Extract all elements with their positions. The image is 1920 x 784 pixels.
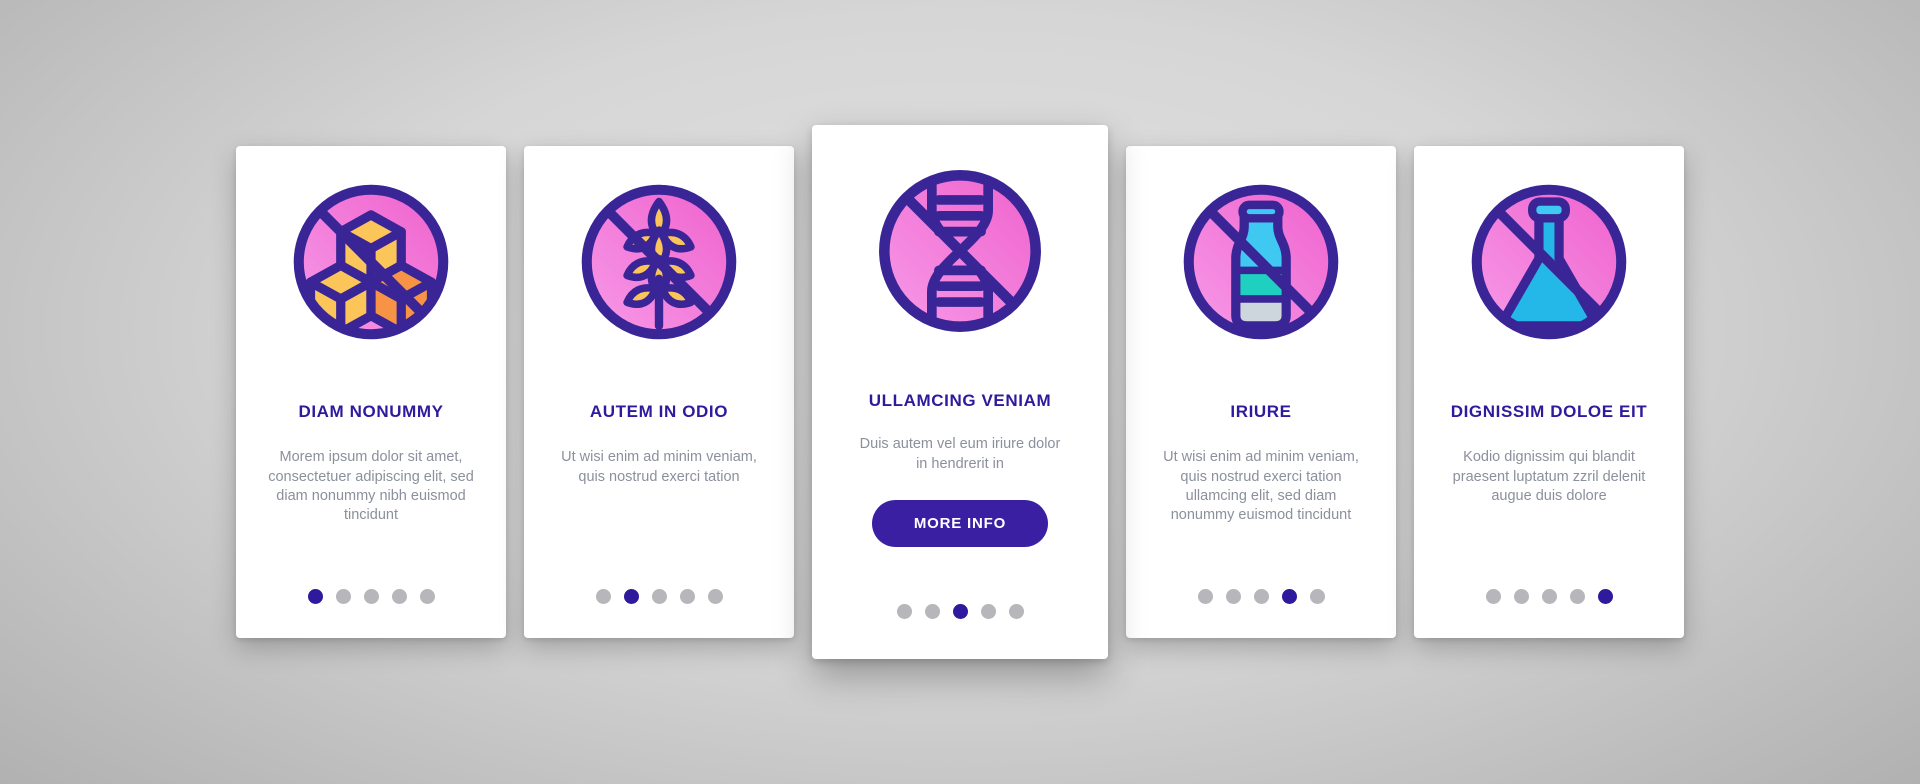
pagination-dots	[1126, 589, 1396, 604]
pagination-dot[interactable]	[1253, 589, 1269, 604]
card-title: IRIURE	[1230, 402, 1292, 421]
pagination-dot-active[interactable]	[1597, 589, 1613, 604]
pagination-dot[interactable]	[1485, 589, 1501, 604]
pagination-dot[interactable]	[980, 604, 996, 619]
no-chemicals-flask-icon	[1465, 178, 1633, 346]
pagination-dot[interactable]	[363, 589, 379, 604]
pagination-dot[interactable]	[1309, 589, 1325, 604]
card-title: ULLAMCING VENIAM	[868, 391, 1052, 410]
pagination-dot-active[interactable]	[952, 604, 968, 619]
pagination-dot[interactable]	[679, 589, 695, 604]
pagination-dots	[812, 604, 1108, 619]
onboarding-card: IRIURE Ut wisi enim ad minim veniam, quis…	[1126, 146, 1396, 638]
card-title: DIAM NONUMMY	[298, 402, 444, 421]
pagination-dot[interactable]	[1225, 589, 1241, 604]
pagination-dot[interactable]	[1197, 589, 1213, 604]
pagination-dot[interactable]	[419, 589, 435, 604]
pagination-dots	[524, 589, 794, 604]
pagination-dot[interactable]	[595, 589, 611, 604]
pagination-dot[interactable]	[707, 589, 723, 604]
onboarding-card: AUTEM IN ODIO Ut wisi enim ad minim venia…	[524, 146, 794, 638]
pagination-dot-active[interactable]	[307, 589, 323, 604]
card-title: DIGNISSIM DOLOE EIT	[1450, 402, 1648, 421]
card-title: AUTEM IN ODIO	[589, 402, 729, 421]
pagination-dots	[236, 589, 506, 604]
card-description: Ut wisi enim ad minim veniam, quis nostr…	[561, 449, 757, 485]
onboarding-card: ULLAMCING VENIAM Duis autem vel eum iriur…	[812, 125, 1108, 659]
pagination-dot[interactable]	[391, 589, 407, 604]
pagination-dot[interactable]	[924, 604, 940, 619]
pagination-dot-active[interactable]	[1281, 589, 1297, 604]
pagination-dot[interactable]	[1569, 589, 1585, 604]
card-description: Ut wisi enim ad minim veniam, quis nostr…	[1163, 449, 1359, 524]
no-sugar-cubes-icon	[287, 178, 455, 346]
onboarding-card: DIGNISSIM DOLOE EIT Kodio dignissim qui b…	[1414, 146, 1684, 638]
pagination-dot[interactable]	[651, 589, 667, 604]
pagination-dot[interactable]	[1008, 604, 1024, 619]
pagination-dot-active[interactable]	[623, 589, 639, 604]
onboarding-card: DIAM NONUMMY Morem ipsum dolor sit amet, …	[236, 146, 506, 638]
pagination-dot[interactable]	[1541, 589, 1557, 604]
pagination-dots	[1414, 589, 1684, 604]
pagination-dot[interactable]	[335, 589, 351, 604]
pagination-dot[interactable]	[1513, 589, 1529, 604]
no-lactose-bottle-icon	[1177, 178, 1345, 346]
card-description: Duis autem vel eum iriure dolor in hendr…	[859, 436, 1061, 472]
pagination-dot[interactable]	[896, 604, 912, 619]
no-gmo-dna-icon	[872, 163, 1048, 339]
card-description: Kodio dignissim qui blandit praesent lup…	[1452, 449, 1646, 504]
card-description: Morem ipsum dolor sit amet, consectetuer…	[268, 449, 474, 524]
onboarding-card-row: DIAM NONUMMY Morem ipsum dolor sit amet, …	[0, 0, 1920, 784]
no-gluten-wheat-icon	[575, 178, 743, 346]
more-info-button[interactable]: MORE INFO	[871, 499, 1049, 547]
